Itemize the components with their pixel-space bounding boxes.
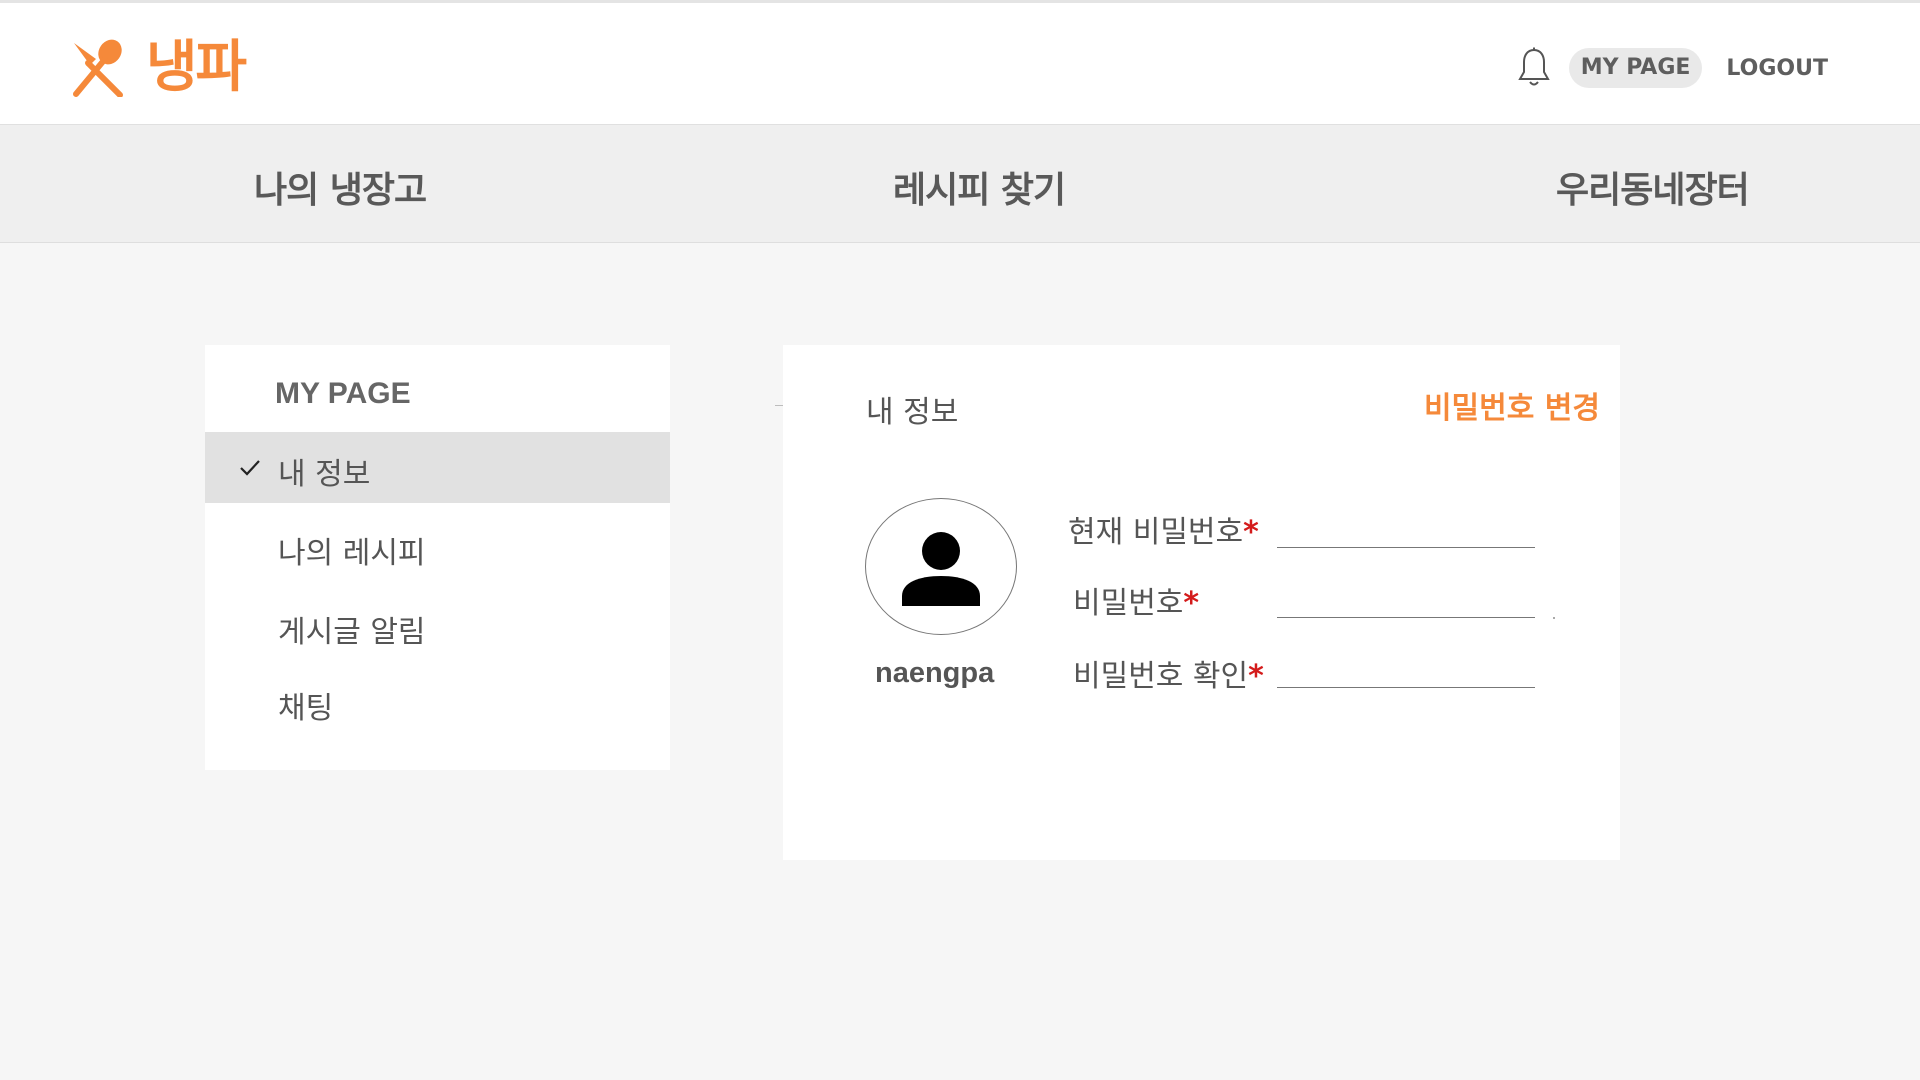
sidebar-item-label: 내 정보 xyxy=(278,457,371,492)
bell-icon[interactable] xyxy=(1517,47,1551,89)
stray-dot xyxy=(1553,617,1555,619)
logout-button[interactable]: LOGOUT xyxy=(1726,56,1828,81)
mypage-button[interactable]: MY PAGE xyxy=(1568,48,1703,88)
required-mark: * xyxy=(1243,515,1259,550)
required-mark: * xyxy=(1248,659,1264,694)
sidebar-item-my-recipes[interactable]: 나의 레시피 xyxy=(205,511,670,582)
sidebar-title: MY PAGE xyxy=(275,377,411,410)
sidebar-item-my-info[interactable]: 내 정보 xyxy=(205,432,670,503)
page: 냉파 MY PAGE LOGOUT 나의 냉장고 레시피 찾기 우리동네장터 M… xyxy=(0,0,1920,1080)
mypage-sidebar: MY PAGE 내 정보 나의 레시피 게시글 알림 채팅 xyxy=(205,345,670,770)
username: naengpa xyxy=(875,657,995,689)
check-icon xyxy=(240,460,260,476)
header-actions: MY PAGE LOGOUT xyxy=(1517,47,1828,89)
change-password-button[interactable]: 비밀번호 변경 xyxy=(1424,383,1600,427)
logo-text: 냉파 xyxy=(146,35,247,100)
field-label-text: 비밀번호 xyxy=(1073,586,1184,621)
sidebar-item-label: 게시글 알림 xyxy=(278,615,426,650)
top-header: 냉파 MY PAGE LOGOUT xyxy=(0,0,1920,124)
panel-title: 내 정보 xyxy=(866,395,959,430)
confirm-password-label: 비밀번호 확인* xyxy=(1073,651,1264,695)
sidebar-item-label: 채팅 xyxy=(278,691,334,726)
new-password-label: 비밀번호* xyxy=(1073,578,1199,622)
required-mark: * xyxy=(1183,586,1200,621)
user-icon xyxy=(902,531,980,606)
sidebar-item-chat[interactable]: 채팅 xyxy=(205,666,670,737)
nav-item-local-market[interactable]: 우리동네장터 xyxy=(1556,161,1750,213)
confirm-password-input[interactable] xyxy=(1277,652,1535,688)
current-password-label: 현재 비밀번호* xyxy=(1068,507,1259,551)
field-label-text: 비밀번호 확인 xyxy=(1073,659,1249,694)
profile-panel: 내 정보 비밀번호 변경 naengpa 현재 비밀번호* 비밀번호* 비밀번호… xyxy=(783,345,1620,860)
main-nav: 나의 냉장고 레시피 찾기 우리동네장터 xyxy=(0,124,1920,243)
nav-item-my-fridge[interactable]: 나의 냉장고 xyxy=(254,161,427,213)
sidebar-item-label: 나의 레시피 xyxy=(278,536,426,571)
current-password-input[interactable] xyxy=(1277,512,1535,548)
field-label-text: 현재 비밀번호 xyxy=(1068,515,1244,550)
nav-item-find-recipe[interactable]: 레시피 찾기 xyxy=(893,161,1066,213)
sidebar-item-post-alerts[interactable]: 게시글 알림 xyxy=(205,590,670,661)
avatar[interactable] xyxy=(865,498,1017,635)
logo[interactable]: 냉파 xyxy=(70,35,247,100)
fork-spoon-icon xyxy=(73,39,123,97)
new-password-input[interactable] xyxy=(1277,582,1535,618)
